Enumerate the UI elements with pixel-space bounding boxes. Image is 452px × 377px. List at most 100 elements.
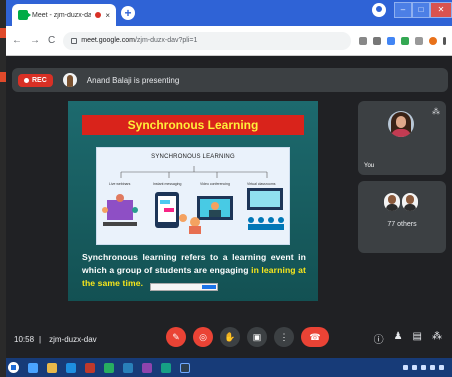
url-input[interactable]: meet.google.com/zjm-duzx-dav?pli=1: [63, 31, 351, 50]
present-button[interactable]: ▣: [247, 327, 267, 347]
recording-badge: REC: [18, 73, 53, 87]
figure-label: Live webinars: [109, 182, 131, 186]
window-controls: – □ ✕: [372, 0, 452, 20]
meeting-time: 10:58: [14, 334, 35, 344]
minimize-button[interactable]: –: [394, 2, 412, 18]
presentation-popup: [150, 283, 218, 291]
more-vert-icon: ⋮: [279, 331, 289, 342]
extension-icon[interactable]: [387, 36, 395, 45]
others-count: 77 others: [387, 221, 417, 228]
taskbar-app-icon[interactable]: [123, 362, 133, 373]
figure-diagram: [102, 166, 284, 234]
reload-icon[interactable]: C: [48, 35, 55, 46]
end-call-button[interactable]: ☎: [301, 327, 329, 347]
start-button[interactable]: [8, 362, 19, 373]
meet-logo-icon: [18, 10, 31, 20]
os-taskbar: [0, 358, 452, 377]
call-controls: ✎ ◎ ✋ ▣ ⋮ ☎: [166, 327, 329, 347]
people-icon[interactable]: ♟: [394, 331, 403, 346]
lock-icon: [71, 37, 78, 44]
avatar: [384, 193, 400, 211]
tab-meet[interactable]: Meet - zjm-duzx-dav ×: [12, 4, 116, 26]
tab-close-icon[interactable]: ×: [105, 11, 110, 20]
bookmark-icon[interactable]: [359, 36, 367, 45]
window-edge: [0, 0, 6, 377]
back-icon[interactable]: ←: [12, 35, 22, 46]
side-controls: ⓘ ♟ ▤ ⁂: [374, 331, 442, 346]
tray-icon[interactable]: [403, 365, 408, 370]
tab-title: Meet - zjm-duzx-dav: [32, 11, 92, 19]
recording-dot-icon: [95, 12, 102, 18]
url-text: meet.google.com/zjm-duzx-dav?pli=1: [81, 37, 197, 44]
meeting-code: zjm-duzx-dav: [49, 334, 97, 344]
avatar[interactable]: [429, 36, 437, 45]
tab-bar: Meet - zjm-duzx-dav × + – □ ✕: [6, 0, 452, 26]
virtual-classroom-icon: [247, 188, 284, 230]
phone-hangup-icon: ☎: [309, 331, 321, 342]
figure-label: Virtual classrooms: [247, 182, 276, 186]
figure-label: Instant messaging: [153, 182, 182, 186]
browser-chrome: Meet - zjm-duzx-dav × + – □ ✕ ← → C meet…: [0, 0, 452, 56]
new-tab-button[interactable]: +: [121, 6, 135, 20]
maximize-button[interactable]: □: [412, 2, 430, 18]
battery-icon[interactable]: [439, 365, 444, 370]
folder-icon[interactable]: [47, 362, 57, 373]
profile-icon[interactable]: [372, 3, 386, 17]
presenting-banner: REC Anand Balaji is presenting: [12, 68, 448, 92]
address-bar: ← → C meet.google.com/zjm-duzx-dav?pli=1: [6, 26, 452, 56]
edge-marker: [0, 72, 6, 82]
meet-stage: REC Anand Balaji is presenting Synchrono…: [6, 56, 452, 358]
hand-icon: ✋: [224, 331, 236, 342]
slide-figure: SYNCHRONOUS LEARNING Live webinars Insta…: [96, 147, 290, 245]
taskbar-app-icon[interactable]: [85, 362, 95, 373]
volume-icon[interactable]: [430, 365, 435, 370]
more-options-button[interactable]: ⋮: [274, 327, 294, 347]
extension-icon[interactable]: [401, 36, 409, 45]
participant-name: You: [364, 163, 375, 169]
mic-toggle-button[interactable]: ✎: [166, 327, 186, 347]
extensions-area: [359, 36, 446, 45]
taskbar-app-icon[interactable]: [142, 362, 152, 373]
forward-icon[interactable]: →: [30, 35, 40, 46]
raise-hand-button[interactable]: ✋: [220, 327, 240, 347]
system-tray: [403, 365, 444, 370]
slide-title: Synchronous Learning: [82, 115, 304, 135]
divider: |: [39, 334, 42, 344]
menu-kebab-icon[interactable]: [443, 36, 446, 45]
mic-off-icon: ✎: [172, 331, 180, 342]
mic-muted-icon: ⁂: [432, 107, 440, 116]
info-icon[interactable]: ⓘ: [374, 331, 384, 346]
tray-icon[interactable]: [412, 365, 417, 370]
presenting-text: Anand Balaji is presenting: [86, 75, 180, 85]
camera-toggle-button[interactable]: ◎: [193, 327, 213, 347]
webinar-icon: [102, 194, 138, 226]
camera-off-icon: ◎: [199, 331, 207, 342]
others-avatars: [384, 193, 418, 211]
taskbar-app-icon[interactable]: [161, 362, 171, 373]
activities-icon[interactable]: ⁂: [432, 331, 442, 346]
chrome-taskbar-icon[interactable]: [180, 362, 190, 373]
url-host: meet.google.com: [81, 37, 135, 44]
taskbar-app-icon[interactable]: [28, 362, 38, 373]
popup-button: [202, 285, 216, 289]
avatar: [402, 193, 418, 211]
figure-label: Video conferencing: [200, 182, 230, 186]
presenter-avatar: [62, 73, 77, 87]
avatar: [388, 111, 414, 137]
star-icon[interactable]: [373, 36, 381, 45]
network-icon[interactable]: [421, 365, 426, 370]
participant-tile-others[interactable]: 77 others: [358, 181, 446, 253]
edge-icon[interactable]: [66, 362, 76, 373]
close-window-button[interactable]: ✕: [430, 2, 452, 18]
taskbar-app-icon[interactable]: [104, 362, 114, 373]
edge-marker: [0, 28, 6, 38]
shared-slide: Synchronous Learning SYNCHRONOUS LEARNIN…: [68, 101, 318, 301]
present-icon: ▣: [252, 331, 262, 342]
extensions-puzzle-icon[interactable]: [415, 36, 423, 45]
url-path: /zjm-duzx-dav?pli=1: [134, 37, 198, 44]
video-conferencing-icon: [189, 196, 233, 234]
instant-messaging-icon: [155, 192, 187, 228]
meet-bottom-bar: 10:58 | zjm-duzx-dav ✎ ◎ ✋ ▣ ⋮ ☎ ⓘ ♟ ▤ ⁂: [6, 321, 452, 357]
chat-icon[interactable]: ▤: [413, 331, 422, 346]
participant-tile-you[interactable]: ⁂ You: [358, 101, 446, 175]
